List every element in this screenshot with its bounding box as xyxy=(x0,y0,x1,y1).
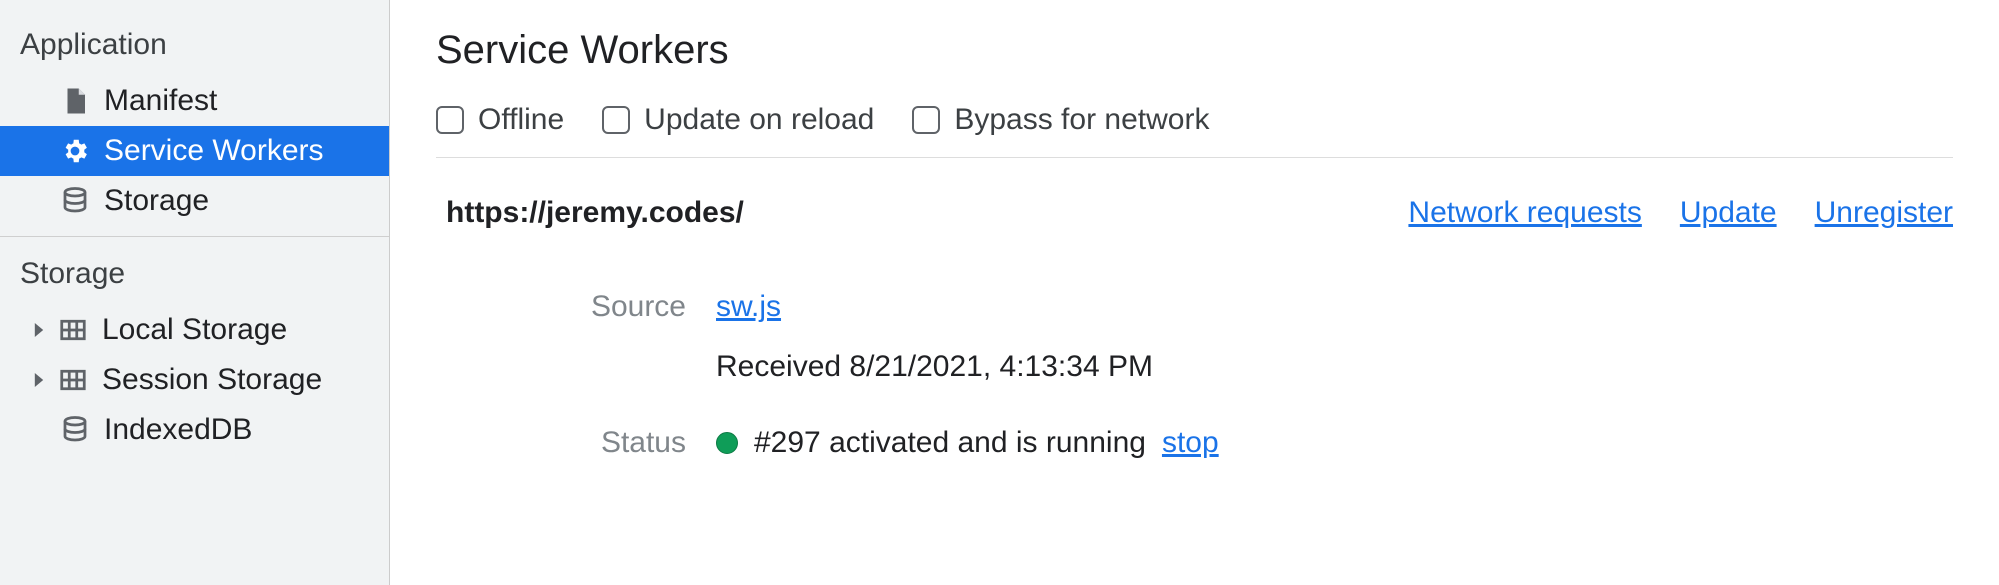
sidebar-item-manifest[interactable]: Manifest xyxy=(0,76,389,126)
section-title-application: Application xyxy=(0,18,389,76)
checkbox-label: Offline xyxy=(478,103,564,137)
page-title: Service Workers xyxy=(436,28,1953,73)
options-row: Offline Update on reload Bypass for netw… xyxy=(436,103,1953,158)
grid-icon xyxy=(58,365,88,395)
detail-label-status: Status xyxy=(436,426,716,460)
sidebar-item-label: Local Storage xyxy=(102,313,287,347)
sidebar-item-label: Storage xyxy=(104,184,209,218)
sidebar: Application Manifest Service Workers Sto… xyxy=(0,0,390,585)
origin-url: https://jeremy.codes/ xyxy=(446,196,744,230)
received-text: Received 8/21/2021, 4:13:34 PM xyxy=(716,350,1153,384)
link-source-file[interactable]: sw.js xyxy=(716,290,781,324)
database-icon xyxy=(60,415,90,445)
divider xyxy=(0,236,389,237)
link-unregister[interactable]: Unregister xyxy=(1815,196,1953,230)
checkbox-label: Bypass for network xyxy=(954,103,1209,137)
origin-row: https://jeremy.codes/ Network requests U… xyxy=(436,158,1953,244)
sidebar-item-label: Session Storage xyxy=(102,363,322,397)
section-title-storage: Storage xyxy=(0,247,389,305)
checkbox-bypass-for-network[interactable]: Bypass for network xyxy=(912,103,1209,137)
checkbox-label: Update on reload xyxy=(644,103,874,137)
detail-row-status: Status #297 activated and is running sto… xyxy=(436,416,1953,470)
sidebar-item-local-storage[interactable]: Local Storage xyxy=(0,305,389,355)
status-text: #297 activated and is running xyxy=(754,426,1146,460)
sidebar-item-storage[interactable]: Storage xyxy=(0,176,389,226)
grid-icon xyxy=(58,315,88,345)
sidebar-item-label: Manifest xyxy=(104,84,217,118)
sidebar-item-indexeddb[interactable]: IndexedDB xyxy=(0,405,389,455)
sidebar-item-session-storage[interactable]: Session Storage xyxy=(0,355,389,405)
main-panel: Service Workers Offline Update on reload… xyxy=(390,0,1999,585)
sidebar-item-service-workers[interactable]: Service Workers xyxy=(0,126,389,176)
detail-row-source: Source sw.js Received 8/21/2021, 4:13:34… xyxy=(436,280,1953,394)
checkbox-icon xyxy=(436,106,464,134)
link-network-requests[interactable]: Network requests xyxy=(1408,196,1641,230)
link-update[interactable]: Update xyxy=(1680,196,1777,230)
checkbox-offline[interactable]: Offline xyxy=(436,103,564,137)
file-icon xyxy=(60,86,90,116)
origin-actions: Network requests Update Unregister xyxy=(1408,196,1953,230)
checkbox-icon xyxy=(602,106,630,134)
checkbox-icon xyxy=(912,106,940,134)
link-stop[interactable]: stop xyxy=(1162,426,1219,460)
chevron-right-icon[interactable] xyxy=(30,373,48,387)
checkbox-update-on-reload[interactable]: Update on reload xyxy=(602,103,874,137)
database-icon xyxy=(60,186,90,216)
sidebar-item-label: IndexedDB xyxy=(104,413,252,447)
chevron-right-icon[interactable] xyxy=(30,323,48,337)
status-dot-icon xyxy=(716,432,738,454)
sidebar-item-label: Service Workers xyxy=(104,134,324,168)
gear-icon xyxy=(60,136,90,166)
detail-label-source: Source xyxy=(436,290,716,324)
detail-table: Source sw.js Received 8/21/2021, 4:13:34… xyxy=(436,258,1953,470)
